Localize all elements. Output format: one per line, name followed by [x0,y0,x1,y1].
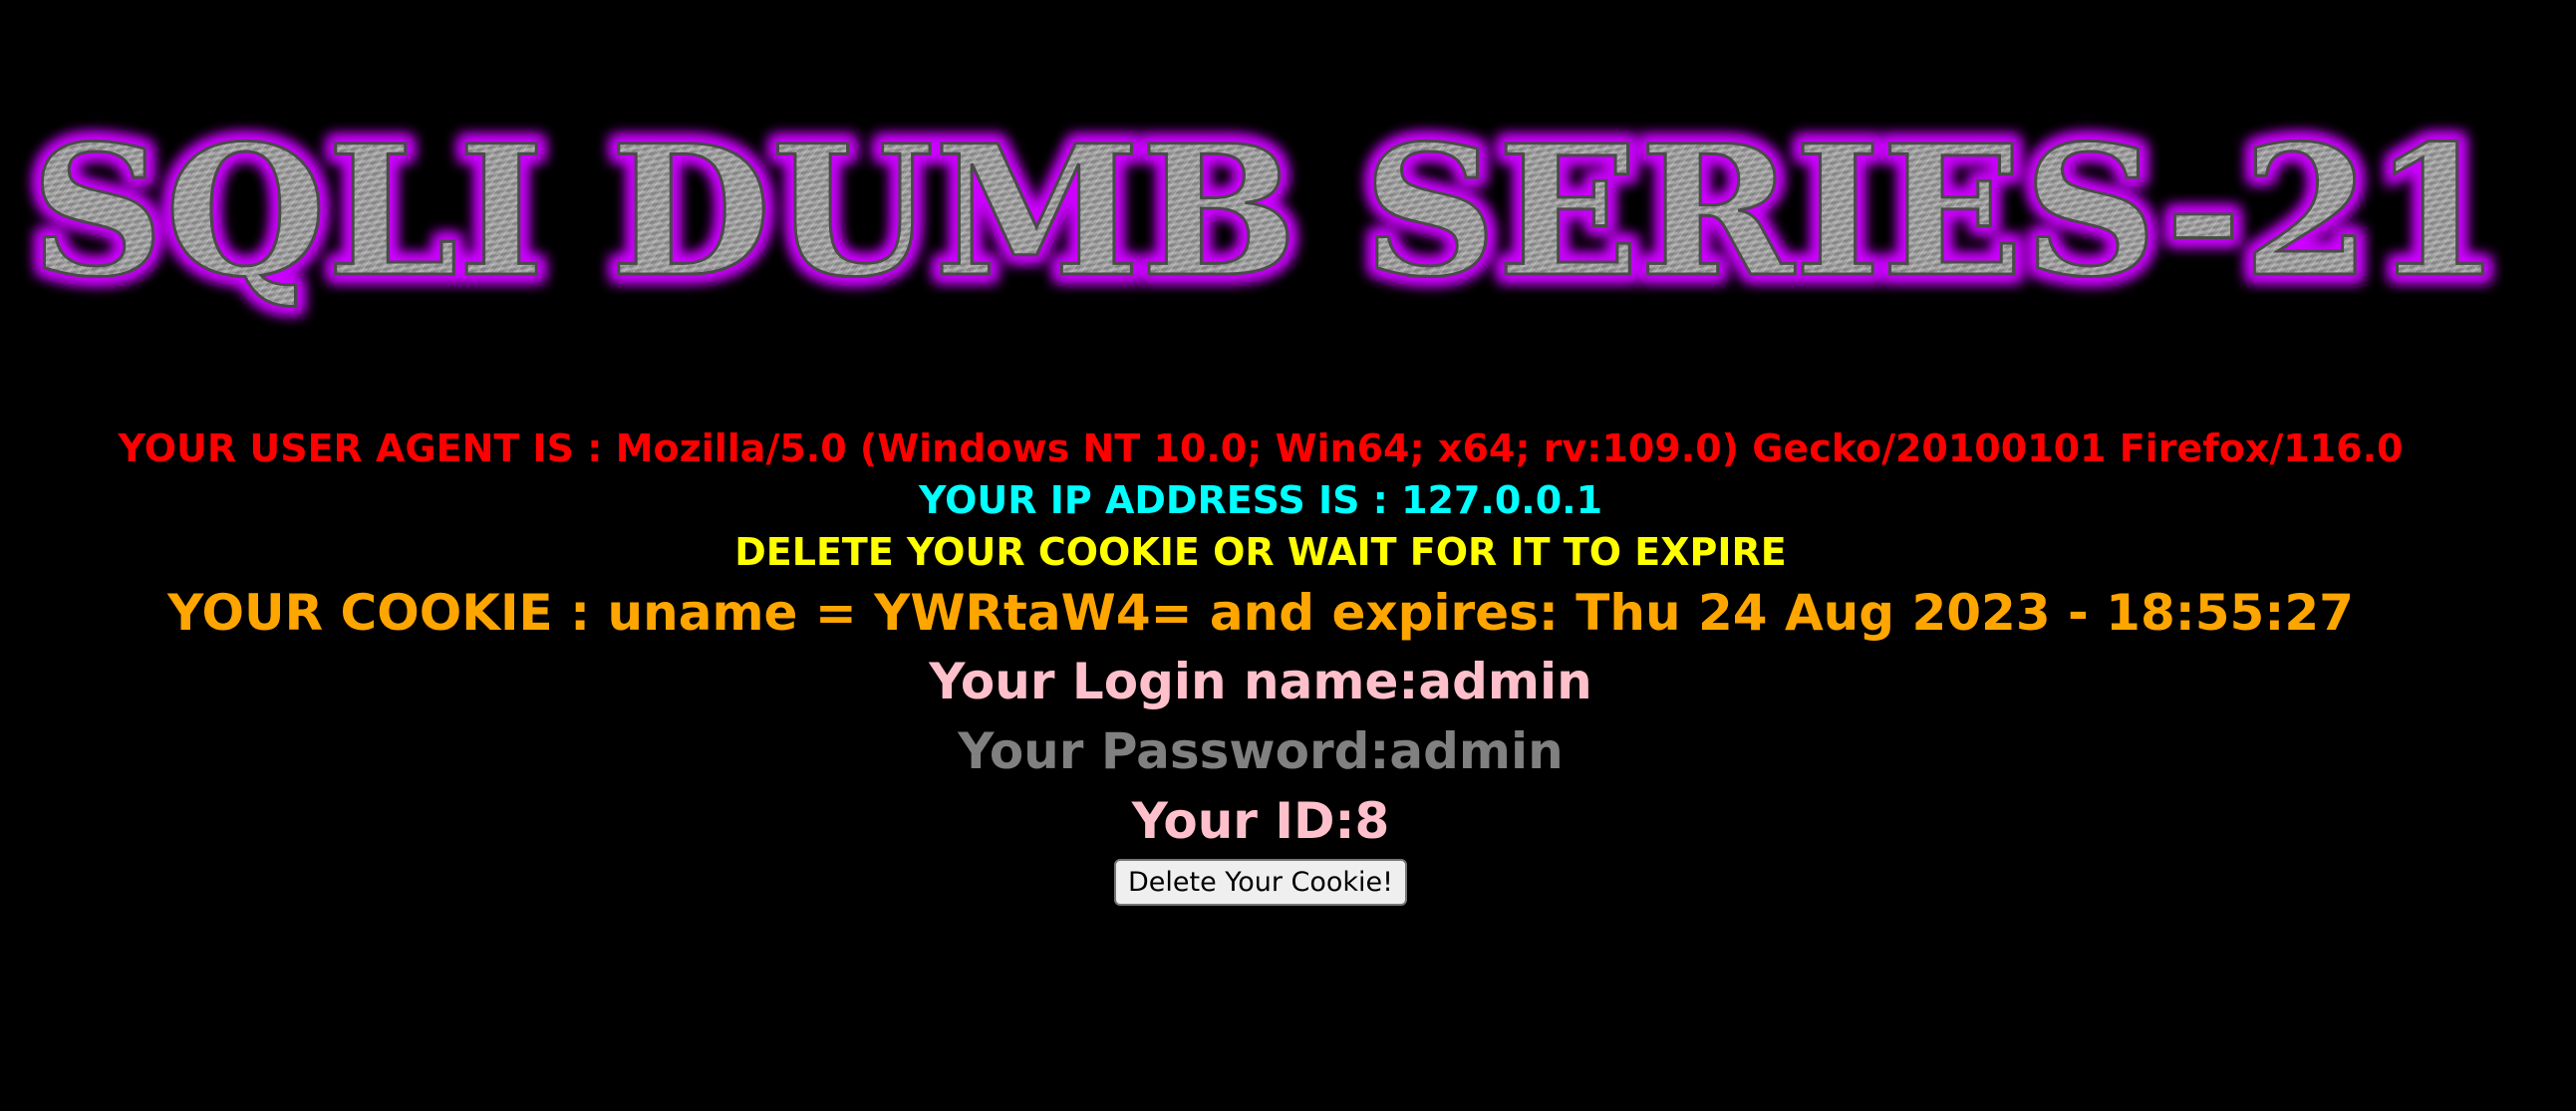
delete-cookie-notice: DELETE YOUR COOKIE OR WAIT FOR IT TO EXP… [734,530,1787,574]
page-banner: SQLI DUMB SERIES-21 SQLI DUMB SERIES-21 [0,100,2576,339]
button-container: Delete Your Cookie! [0,859,2521,906]
delete-cookie-button[interactable]: Delete Your Cookie! [1114,859,1407,906]
login-name-line: Your Login name:admin [929,653,1592,710]
banner-image: SQLI DUMB SERIES-21 SQLI DUMB SERIES-21 [23,100,2508,324]
password-line: Your Password:admin [958,722,1564,780]
ip-address-line: YOUR IP ADDRESS IS : 127.0.0.1 [918,478,1603,522]
banner-title: SQLI DUMB SERIES-21 [30,107,2501,317]
user-agent-line: YOUR USER AGENT IS : Mozilla/5.0 (Window… [118,426,2404,470]
user-id-line: Your ID:8 [1131,792,1390,850]
cookie-line: YOUR COOKIE : uname = YWRtaW4= and expir… [167,584,2354,642]
